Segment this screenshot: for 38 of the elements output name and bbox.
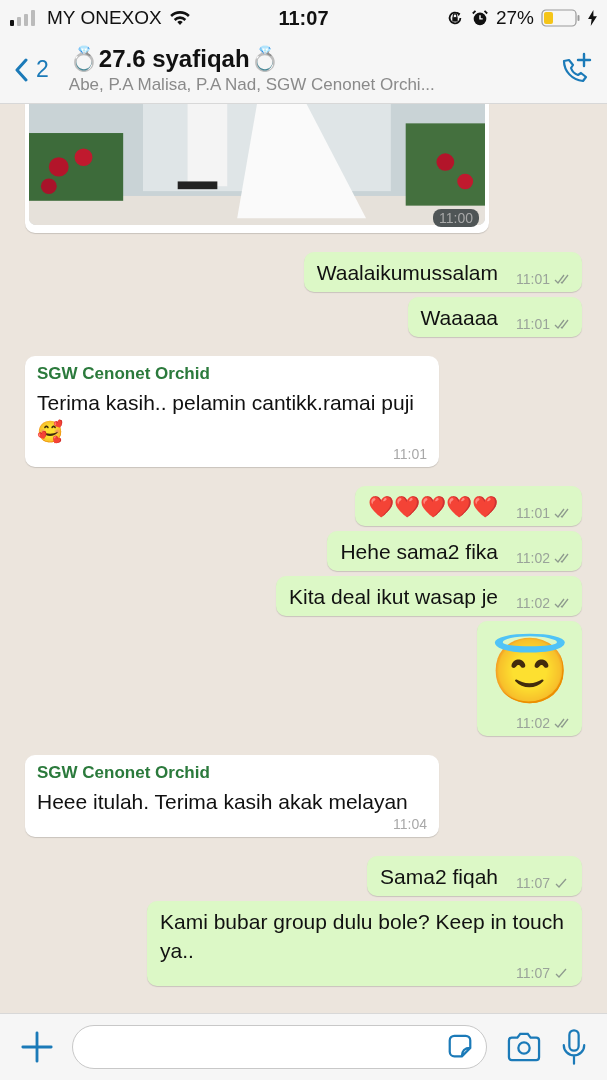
message-time: 11:07 [516, 875, 550, 891]
message-time: 11:04 [393, 816, 427, 832]
message-time: 11:00 [439, 210, 473, 226]
back-icon[interactable] [14, 57, 28, 82]
message-text: Waaaaa [420, 305, 498, 331]
camera-icon[interactable] [505, 1031, 543, 1063]
message-time: 11:01 [393, 446, 427, 462]
message-field[interactable] [72, 1025, 487, 1069]
message-text: Kami bubar group dulu bole? Keep in touch ya.. [160, 909, 565, 964]
wifi-icon [168, 10, 191, 26]
message-text: Terima kasih.. pelamin cantikk.ramai puji🥰 [37, 390, 415, 446]
plus-icon[interactable] [20, 1030, 54, 1064]
microphone-icon[interactable] [561, 1028, 587, 1066]
clock: 11:07 [278, 6, 329, 30]
message-time: 11:02 [516, 595, 550, 611]
message-text: ❤❤❤❤❤ [368, 494, 498, 520]
charging-icon [588, 10, 597, 26]
carrier-name: MY ONEXOX [47, 7, 162, 29]
sender-name: SGW Cenonet Orchid [37, 364, 211, 384]
message-text: Heee itulah. Terima kasih akak melayan [37, 789, 409, 815]
message-time: 11:02 [516, 550, 550, 566]
message-text: Hehe sama2 fika [340, 539, 498, 565]
message-time: 11:07 [516, 965, 550, 981]
message-time: 11:01 [516, 316, 550, 332]
group-title[interactable]: 💍27.6 syafiqah💍 [68, 44, 280, 73]
battery-icon [541, 9, 581, 27]
message-time: 11:02 [516, 715, 550, 731]
group-members[interactable]: Abe, P.A Malisa, P.A Nad, SGW Cenonet Orchi... [68, 74, 435, 95]
emoji: 😇 [490, 632, 570, 709]
sender-name: SGW Cenonet Orchid [37, 763, 211, 783]
message-time: 11:01 [516, 271, 550, 287]
message-text: Kita deal ikut wasap je [289, 584, 498, 610]
back-button[interactable]: 2 [14, 56, 49, 83]
alarm-icon [470, 9, 489, 27]
message-text: Waalaikumussalam [316, 260, 498, 286]
message-time: 11:01 [516, 505, 550, 521]
message-text: Sama2 fiqah [380, 864, 498, 890]
battery-percentage: 27% [495, 7, 534, 29]
